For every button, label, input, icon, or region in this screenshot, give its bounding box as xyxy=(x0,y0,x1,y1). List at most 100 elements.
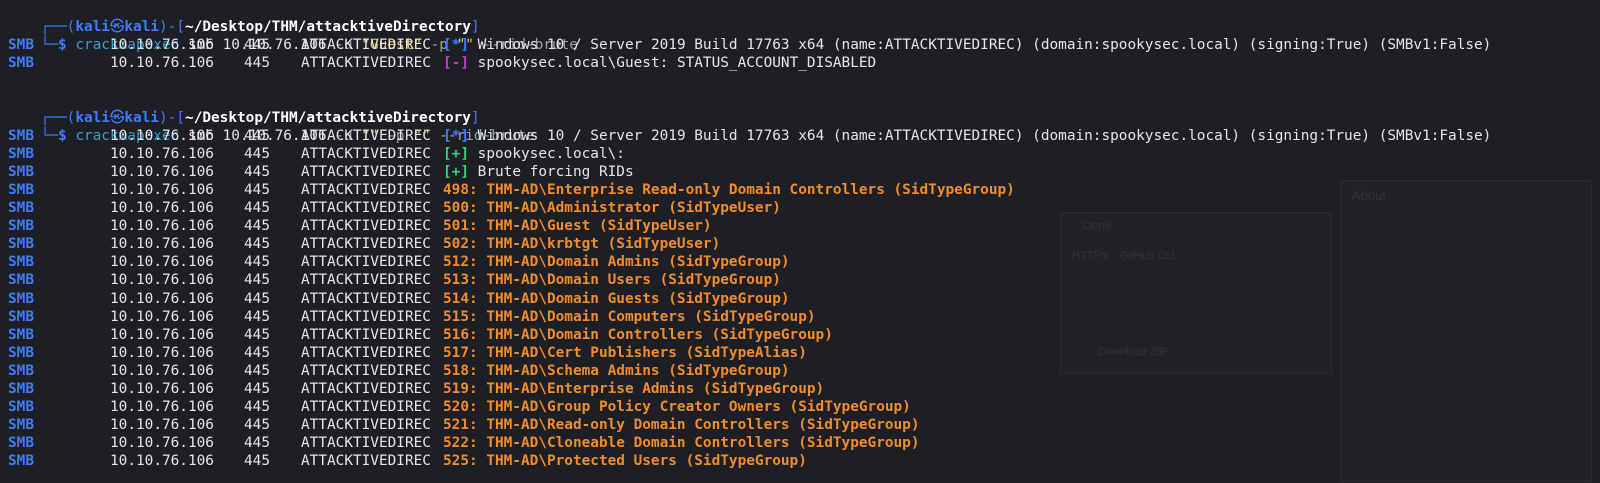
row-port: 445 xyxy=(244,55,270,72)
row-port: 445 xyxy=(244,453,270,470)
row-message: 519: THM-AD\Enterprise Admins (SidTypeGr… xyxy=(443,380,824,398)
output-row: SMB 10.10.76.106 445 ATTACKTIVEDIREC 517: TH… xyxy=(6,344,1600,362)
row-ip: 10.10.76.106 xyxy=(110,37,214,54)
row-protocol: SMB xyxy=(8,362,34,379)
output-row: SMB 10.10.76.106 445 ATTACKTIVEDIREC 514: TH… xyxy=(6,290,1600,308)
output-row: SMB 10.10.76.106 445 ATTACKTIVEDIREC 512: TH… xyxy=(6,253,1600,271)
row-ip: 10.10.76.106 xyxy=(110,218,214,235)
row-hostname: ATTACKTIVEDIREC xyxy=(301,181,431,198)
output-row: SMB 10.10.76.106 445 ATTACKTIVEDIREC 522: TH… xyxy=(6,434,1600,452)
terminal-output[interactable]: ┌──(kali㉿kali)-[~/Desktop/THM/attacktive… xyxy=(6,0,1600,470)
rid-entry: 517: THM-AD\Cert Publishers (SidTypeAlia… xyxy=(443,344,807,361)
row-ip: 10.10.76.106 xyxy=(110,127,214,144)
row-ip: 10.10.76.106 xyxy=(110,380,214,397)
row-protocol: SMB xyxy=(8,399,34,416)
row-message: 518: THM-AD\Schema Admins (SidTypeGroup) xyxy=(443,362,790,380)
row-port: 445 xyxy=(244,417,270,434)
rid-entry: 500: THM-AD\Administrator (SidTypeUser) xyxy=(443,200,781,217)
row-port: 445 xyxy=(244,290,270,307)
row-port: 445 xyxy=(244,380,270,397)
output-row: SMB 10.10.76.106 445 ATTACKTIVEDIREC 502: TH… xyxy=(6,235,1600,253)
rid-entry: 513: THM-AD\Domain Users (SidTypeGroup) xyxy=(443,272,781,289)
rid-entry: 520: THM-AD\Group Policy Creator Owners … xyxy=(443,399,911,416)
prompt-line: ┌──(kali㉿kali)-[~/Desktop/THM/attacktive… xyxy=(40,19,480,36)
row-ip: 10.10.76.106 xyxy=(110,55,214,72)
row-ip: 10.10.76.106 xyxy=(110,399,214,416)
row-message: [+] Brute forcing RIDs xyxy=(443,163,634,181)
row-protocol: SMB xyxy=(8,163,34,180)
row-port: 445 xyxy=(244,218,270,235)
output-row: SMB 10.10.76.106 445 ATTACKTIVEDIREC 520: TH… xyxy=(6,398,1600,416)
row-hostname: ATTACKTIVEDIREC xyxy=(301,344,431,361)
row-hostname: ATTACKTIVEDIREC xyxy=(301,254,431,271)
row-hostname: ATTACKTIVEDIREC xyxy=(301,200,431,217)
row-hostname: ATTACKTIVEDIREC xyxy=(301,362,431,379)
command-line[interactable]: └─$ crackmapexec smb 10.10.76.106 -u "" … xyxy=(6,109,1600,144)
row-hostname: ATTACKTIVEDIREC xyxy=(301,145,431,162)
output-row: SMB 10.10.76.106 445 ATTACKTIVEDIREC 515: TH… xyxy=(6,308,1600,326)
row-port: 445 xyxy=(244,362,270,379)
output-row: SMB 10.10.76.106 445 ATTACKTIVEDIREC 516: TH… xyxy=(6,326,1600,344)
row-ip: 10.10.76.106 xyxy=(110,236,214,253)
row-hostname: ATTACKTIVEDIREC xyxy=(301,236,431,253)
row-protocol: SMB xyxy=(8,417,34,434)
row-ip: 10.10.76.106 xyxy=(110,181,214,198)
row-protocol: SMB xyxy=(8,236,34,253)
row-port: 445 xyxy=(244,344,270,361)
row-message: 512: THM-AD\Domain Admins (SidTypeGroup) xyxy=(443,253,790,271)
row-port: 445 xyxy=(244,37,270,54)
row-message: 500: THM-AD\Administrator (SidTypeUser) xyxy=(443,199,781,217)
row-ip: 10.10.76.106 xyxy=(110,308,214,325)
row-protocol: SMB xyxy=(8,37,34,54)
status-tag: [+] xyxy=(443,163,469,180)
row-protocol: SMB xyxy=(8,326,34,343)
output-row: SMB 10.10.76.106 445 ATTACKTIVEDIREC 519: TH… xyxy=(6,380,1600,398)
row-ip: 10.10.76.106 xyxy=(110,290,214,307)
message-text: spookysec.local\Guest: STATUS_ACCOUNT_DI… xyxy=(477,55,877,72)
row-protocol: SMB xyxy=(8,308,34,325)
row-protocol: SMB xyxy=(8,200,34,217)
row-message: 522: THM-AD\Cloneable Domain Controllers… xyxy=(443,434,920,452)
row-hostname: ATTACKTIVEDIREC xyxy=(301,290,431,307)
row-port: 445 xyxy=(244,308,270,325)
row-ip: 10.10.76.106 xyxy=(110,435,214,452)
row-ip: 10.10.76.106 xyxy=(110,254,214,271)
message-text: Windows 10 / Server 2019 Build 17763 x64… xyxy=(477,127,1492,144)
row-ip: 10.10.76.106 xyxy=(110,200,214,217)
message-text: spookysec.local\: xyxy=(477,145,625,162)
rid-entry: 519: THM-AD\Enterprise Admins (SidTypeGr… xyxy=(443,380,825,397)
rid-entry: 515: THM-AD\Domain Computers (SidTypeGro… xyxy=(443,308,816,325)
row-message: 516: THM-AD\Domain Controllers (SidTypeG… xyxy=(443,326,833,344)
rid-entry: 522: THM-AD\Cloneable Domain Controllers… xyxy=(443,435,920,452)
command-line[interactable]: └─$ crackmapexec smb 10.10.76.106 -u "Gu… xyxy=(6,18,1600,53)
status-tag: [*] xyxy=(443,37,469,54)
row-ip: 10.10.76.106 xyxy=(110,344,214,361)
row-hostname: ATTACKTIVEDIREC xyxy=(301,37,431,54)
output-row: SMB 10.10.76.106 445 ATTACKTIVEDIREC [*] Win… xyxy=(6,127,1600,145)
row-hostname: ATTACKTIVEDIREC xyxy=(301,435,431,452)
row-port: 445 xyxy=(244,254,270,271)
row-protocol: SMB xyxy=(8,55,34,72)
row-port: 445 xyxy=(244,200,270,217)
row-hostname: ATTACKTIVEDIREC xyxy=(301,380,431,397)
row-port: 445 xyxy=(244,145,270,162)
row-protocol: SMB xyxy=(8,218,34,235)
row-hostname: ATTACKTIVEDIREC xyxy=(301,417,431,434)
row-protocol: SMB xyxy=(8,290,34,307)
row-hostname: ATTACKTIVEDIREC xyxy=(301,272,431,289)
row-protocol: SMB xyxy=(8,272,34,289)
row-message: 521: THM-AD\Read-only Domain Controllers… xyxy=(443,416,920,434)
row-hostname: ATTACKTIVEDIREC xyxy=(301,163,431,180)
row-port: 445 xyxy=(244,435,270,452)
status-tag: [*] xyxy=(443,127,469,144)
row-message: 502: THM-AD\krbtgt (SidTypeUser) xyxy=(443,235,720,253)
output-row: SMB 10.10.76.106 445 ATTACKTIVEDIREC 525: TH… xyxy=(6,452,1600,470)
row-protocol: SMB xyxy=(8,380,34,397)
row-message: 525: THM-AD\Protected Users (SidTypeGrou… xyxy=(443,452,807,470)
row-hostname: ATTACKTIVEDIREC xyxy=(301,218,431,235)
output-row: SMB 10.10.76.106 445 ATTACKTIVEDIREC [-] spo… xyxy=(6,54,1600,72)
row-protocol: SMB xyxy=(8,181,34,198)
row-port: 445 xyxy=(244,163,270,180)
row-message: 498: THM-AD\Enterprise Read-only Domain … xyxy=(443,181,1015,199)
row-protocol: SMB xyxy=(8,254,34,271)
